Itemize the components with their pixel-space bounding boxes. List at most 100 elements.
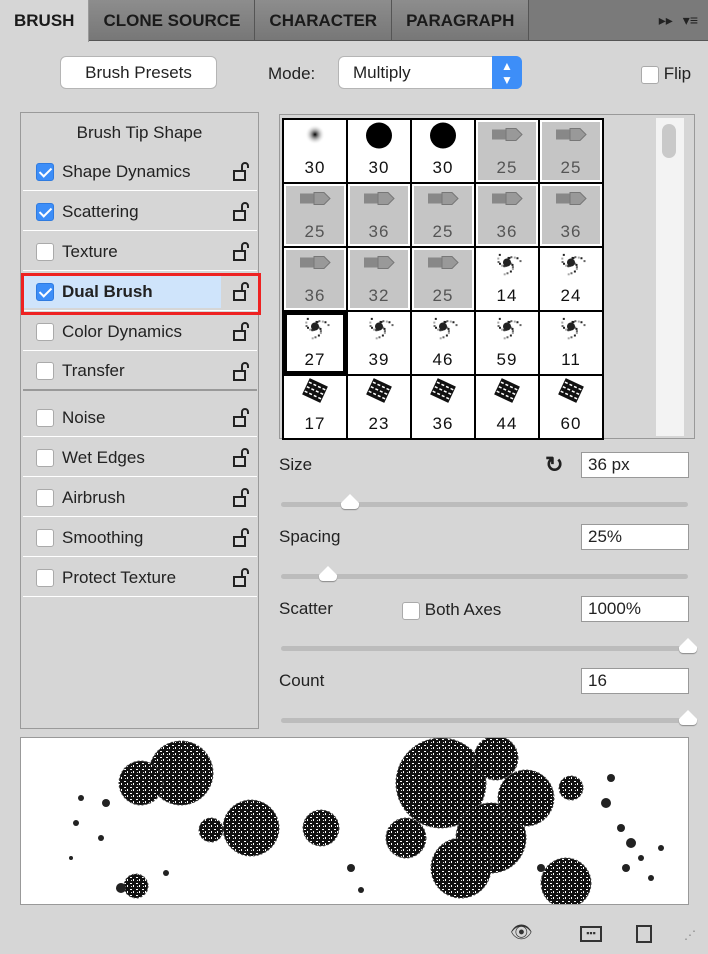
brush-tip-scatter[interactable]: 24 <box>540 248 602 310</box>
brush-tip-bristle[interactable]: 25 <box>476 120 538 182</box>
brush-tip-bristle[interactable]: 36 <box>540 184 602 246</box>
brush-tip-chalk[interactable]: 60 <box>540 376 602 438</box>
brush-tip-bristle[interactable]: 25 <box>284 184 346 246</box>
spacing-slider-knob[interactable] <box>318 566 337 581</box>
wet-edges-checkbox[interactable] <box>36 448 54 467</box>
brush-tip-scatter[interactable]: 39 <box>348 312 410 374</box>
brush-tip-grid-panel: 30 30 30 25 25 25 36 25 36 36 36 32 25 14 24 27 39 46 59 11… <box>279 114 695 440</box>
reset-size-icon[interactable]: ↻ <box>545 452 563 478</box>
lock-icon[interactable] <box>231 241 251 263</box>
both-axes-checkbox[interactable]: Both Axes <box>402 600 501 620</box>
tab-brush[interactable]: BRUSH <box>0 0 90 42</box>
brush-tip-scatter[interactable]: 11 <box>540 312 602 374</box>
brush-tip-thumbnail-icon <box>490 312 524 347</box>
brush-size-label: 25 <box>304 222 326 241</box>
resize-grip-icon[interactable]: ⋰ <box>684 928 696 942</box>
brush-tip-bristle[interactable]: 25 <box>412 248 474 310</box>
brush-tip-bristle[interactable]: 25 <box>412 184 474 246</box>
shape-dynamics-checkbox[interactable] <box>36 162 54 181</box>
spacing-input[interactable]: 25% <box>581 524 689 550</box>
brush-size-label: 36 <box>496 222 518 241</box>
color-dynamics-checkbox[interactable] <box>36 322 54 341</box>
brush-tip-shape-item[interactable]: Brush Tip Shape <box>21 123 258 143</box>
scatter-input[interactable]: 1000% <box>581 596 689 622</box>
brush-tip-bristle[interactable]: 25 <box>540 120 602 182</box>
option-color-dynamics[interactable]: Color Dynamics <box>23 313 257 351</box>
lock-icon[interactable] <box>231 201 251 223</box>
brush-tip-scatter[interactable]: 27 <box>284 312 346 374</box>
noise-checkbox[interactable] <box>36 408 54 427</box>
collapse-panel-icon[interactable]: ▸▸ <box>659 12 673 29</box>
lock-icon[interactable] <box>231 447 251 469</box>
lock-icon[interactable] <box>231 361 251 383</box>
size-input[interactable]: 36 px <box>581 452 689 478</box>
flip-checkbox[interactable]: Flip <box>641 64 691 84</box>
option-protect-texture[interactable]: Protect Texture <box>23 559 257 597</box>
brush-tip-bristle[interactable]: 36 <box>284 248 346 310</box>
texture-checkbox[interactable] <box>36 242 54 261</box>
new-preset-icon[interactable] <box>636 925 652 943</box>
lock-icon[interactable] <box>231 567 251 589</box>
option-airbrush[interactable]: Airbrush <box>23 479 257 517</box>
scattering-checkbox[interactable] <box>36 202 54 221</box>
brush-tip-bristle[interactable]: 32 <box>348 248 410 310</box>
tab-clone-source[interactable]: CLONE SOURCE <box>89 0 256 40</box>
brush-tip-hard[interactable]: 30 <box>348 120 410 182</box>
scatter-slider[interactable] <box>281 638 697 653</box>
airbrush-label: Airbrush <box>62 487 126 507</box>
protect-texture-checkbox[interactable] <box>36 568 54 587</box>
brush-tip-hard[interactable]: 30 <box>412 120 474 182</box>
brush-presets-button[interactable]: Brush Presets <box>60 56 217 89</box>
tab-paragraph[interactable]: PARAGRAPH <box>392 0 530 40</box>
brush-size-label: 32 <box>368 286 390 305</box>
option-noise[interactable]: Noise <box>23 399 257 437</box>
lock-icon[interactable] <box>231 487 251 509</box>
tab-character[interactable]: CHARACTER <box>255 0 393 40</box>
brush-size-label: 36 <box>304 286 326 305</box>
both-axes-label: Both Axes <box>424 600 502 619</box>
eye-brush-icon[interactable]: 👁 <box>510 922 533 943</box>
count-input[interactable]: 16 <box>581 668 689 694</box>
brush-tip-chalk[interactable]: 17 <box>284 376 346 438</box>
option-wet-edges[interactable]: Wet Edges <box>23 439 257 477</box>
size-slider-knob[interactable] <box>341 494 360 509</box>
grid-scrollbar[interactable] <box>656 118 684 436</box>
stroke-preview-image <box>69 738 664 904</box>
brush-tip-chalk[interactable]: 23 <box>348 376 410 438</box>
option-shape-dynamics[interactable]: Shape Dynamics <box>23 153 257 191</box>
lock-icon[interactable] <box>231 321 251 343</box>
grid-icon[interactable]: ▪▪▪ <box>580 926 602 942</box>
brush-size-label: 25 <box>432 286 454 305</box>
lock-icon[interactable] <box>231 407 251 429</box>
transfer-checkbox[interactable] <box>36 362 54 380</box>
flip-checkbox-box[interactable] <box>641 65 659 84</box>
lock-icon[interactable] <box>231 161 251 183</box>
mode-select[interactable]: Multiply ▲ ▼ <box>338 56 522 89</box>
brush-tip-scatter[interactable]: 14 <box>476 248 538 310</box>
option-scattering[interactable]: Scattering <box>23 193 257 231</box>
airbrush-checkbox[interactable] <box>36 488 54 507</box>
option-texture[interactable]: Texture <box>23 233 257 271</box>
brush-tip-chalk[interactable]: 44 <box>476 376 538 438</box>
scatter-slider-knob[interactable] <box>679 638 697 653</box>
option-smoothing[interactable]: Smoothing <box>23 519 257 557</box>
both-axes-checkbox-box[interactable] <box>402 601 420 620</box>
count-slider[interactable] <box>281 710 697 725</box>
brush-tip-thumbnail-icon <box>298 253 332 278</box>
brush-tip-scatter[interactable]: 46 <box>412 312 474 374</box>
spacing-slider[interactable] <box>281 566 688 581</box>
brush-tip-soft[interactable]: 30 <box>284 120 346 182</box>
panel-menu-icon[interactable]: ▾≡ <box>683 12 698 29</box>
brush-tip-chalk[interactable]: 36 <box>412 376 474 438</box>
brush-tip-scatter[interactable]: 59 <box>476 312 538 374</box>
scrollbar-thumb[interactable] <box>662 124 676 158</box>
brush-tip-bristle[interactable]: 36 <box>348 184 410 246</box>
option-transfer[interactable]: Transfer <box>23 353 257 391</box>
size-slider[interactable] <box>281 494 688 509</box>
lock-icon[interactable] <box>231 527 251 549</box>
brush-tip-bristle[interactable]: 36 <box>476 184 538 246</box>
count-slider-knob[interactable] <box>679 710 697 725</box>
highlight-box <box>21 273 261 315</box>
smoothing-checkbox[interactable] <box>36 528 54 547</box>
brush-size-label: 36 <box>432 414 454 433</box>
